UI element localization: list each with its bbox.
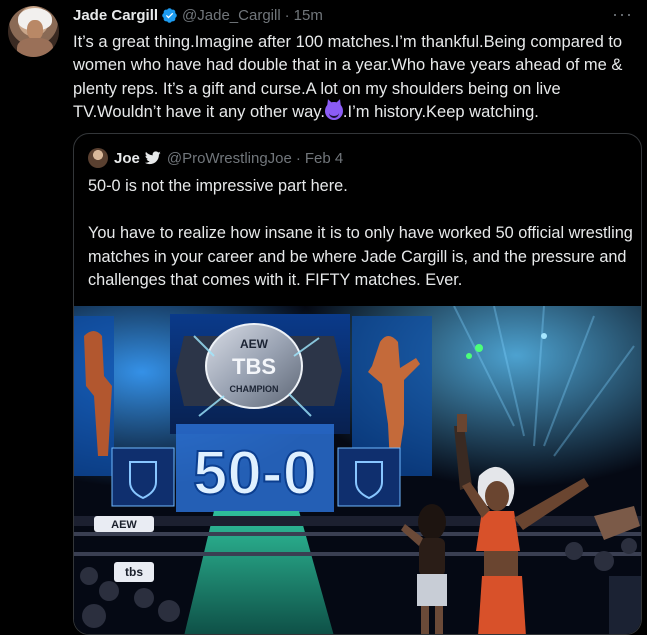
quoted-tweet-text: 50-0 is not the impressive part here. Yo… (88, 175, 633, 293)
author-name[interactable]: Jade Cargill (73, 7, 158, 24)
quoted-tweet-date[interactable]: Feb 4 (305, 150, 343, 167)
right-edge-sign (609, 576, 641, 634)
quoted-tweet-image[interactable]: AEW TBS CHAMPION 50-0 AEW tbs (74, 306, 641, 634)
separator-dot: · (284, 6, 290, 24)
more-options-icon[interactable]: ··· (612, 4, 633, 25)
tweet-timestamp[interactable]: 15m (294, 7, 323, 24)
belt-text-bottom: CHAMPION (230, 384, 279, 394)
record-screen-text: 50-0 (193, 439, 317, 508)
banner-right-text: tbs (125, 565, 143, 579)
belt-text-top: AEW (240, 337, 269, 351)
quoted-paragraph-2: You have to realize how insane it is to … (88, 224, 633, 289)
tweet-text: It’s a great thing.Imagine after 100 mat… (73, 31, 641, 125)
smiling-devil-emoji-icon (324, 102, 343, 121)
banner-left-text: AEW (111, 519, 137, 531)
tweet-text-end: .I’m history.Keep watching. (342, 103, 539, 122)
blue-bird-icon (144, 151, 161, 165)
author-avatar[interactable] (8, 6, 59, 57)
author-handle[interactable]: @Jade_Cargill (182, 7, 281, 24)
quoted-author-name[interactable]: Joe (114, 150, 140, 167)
quoted-paragraph-1: 50-0 is not the impressive part here. (88, 177, 348, 195)
avatar-body (17, 38, 53, 57)
verified-badge-icon (162, 7, 177, 23)
tweet-header: Jade Cargill @Jade_Cargill · 15m (73, 5, 323, 25)
quoted-author-handle[interactable]: @ProWrestlingJoe (167, 150, 292, 167)
avatar-face (27, 20, 43, 40)
quoted-separator-dot: · (295, 149, 301, 167)
quoted-tweet-header: Joe @ProWrestlingJoe · Feb 4 (88, 148, 343, 168)
quoted-tweet-card[interactable]: Joe @ProWrestlingJoe · Feb 4 50-0 is not… (73, 133, 642, 635)
arena-scene-image: AEW TBS CHAMPION 50-0 AEW tbs (74, 306, 641, 634)
quoted-author-avatar[interactable] (88, 148, 108, 168)
belt-text-mid: TBS (232, 354, 276, 379)
